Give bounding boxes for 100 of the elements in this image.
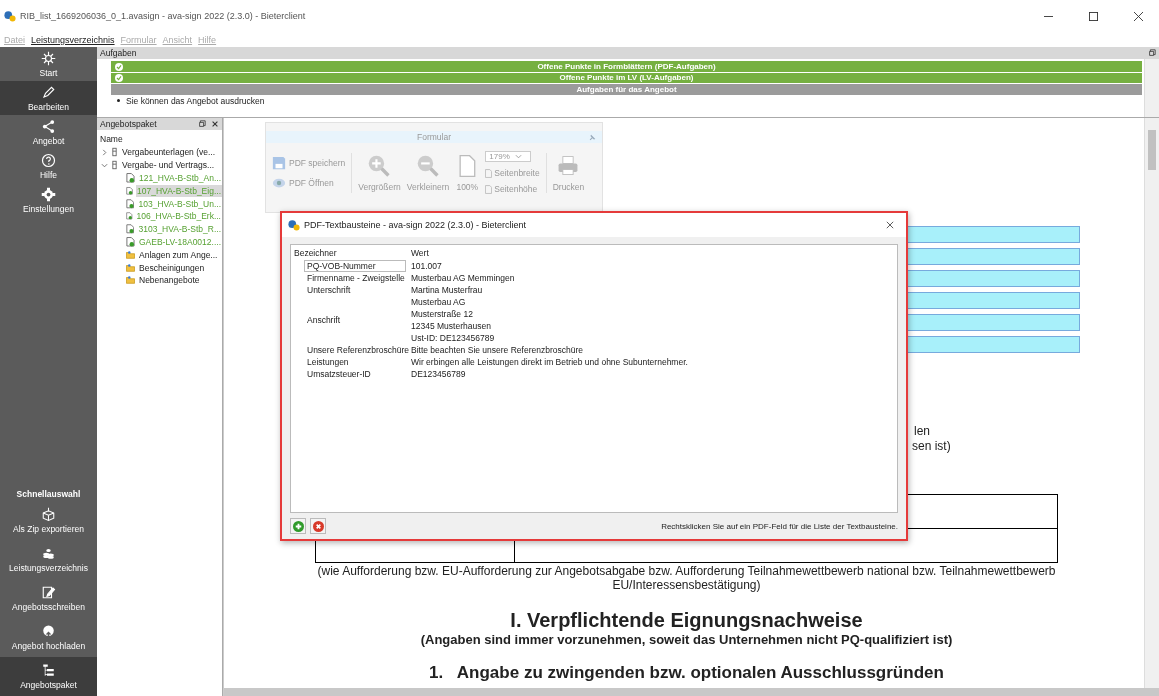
gear-icon (41, 50, 56, 66)
document-check-icon (126, 211, 133, 222)
nav-item[interactable]: Angebot (0, 115, 97, 149)
tree-item[interactable]: 3103_HVA-B-Stb_R... (137, 223, 222, 236)
nav-item[interactable]: Als Zip exportieren (0, 501, 97, 540)
scrollbar[interactable] (1144, 118, 1159, 688)
section-heading: 1. Angabe zu zwingenden bzw. optionalen Ausschlussgründen (428, 663, 945, 683)
save-icon (272, 155, 286, 170)
tree-item[interactable]: Anlagen zum Ange... (138, 248, 219, 261)
nav-item[interactable]: Einstellungen (0, 183, 97, 217)
menu-item[interactable]: Leistungsverzeichnis (31, 34, 115, 45)
plus-icon (292, 520, 304, 532)
help-icon (41, 152, 56, 168)
tree-item[interactable]: Vergabe- und Vertrags... (121, 159, 216, 172)
app-logo-icon (288, 219, 300, 231)
field-value[interactable]: DE123456789 (406, 368, 466, 380)
document-text: sen ist) (912, 439, 951, 454)
hint-text: Rechtsklicken Sie auf ein PDF-Feld für die Liste der Textbausteine. (661, 521, 898, 531)
document-check-icon (126, 224, 135, 235)
column-header[interactable]: Bezeichner (291, 247, 406, 259)
field-value[interactable]: Musterbau AG Memmingen (406, 272, 515, 284)
tree-icon (41, 663, 56, 678)
tree-item[interactable]: GAEB-LV-18A0012.... (137, 235, 222, 248)
tree-item[interactable]: Nebenangebote (138, 274, 201, 287)
nav-item[interactable]: Hilfe (0, 149, 97, 183)
scrollbar[interactable] (1144, 59, 1159, 117)
share-icon (41, 118, 56, 134)
close-icon[interactable] (211, 120, 219, 128)
section-heading: Schnellauswahl (15, 488, 82, 501)
horizontal-scrollbar[interactable] (224, 688, 1159, 696)
document-subheading: (Angaben sind immer vorzunehmen, soweit das Unternehmen nicht PQ-qualifiziert ist) (419, 632, 954, 647)
document-check-icon (126, 198, 135, 209)
folder-icon (126, 249, 135, 260)
field-name[interactable]: PQ-VOB-Nummer (304, 260, 406, 272)
form-field[interactable] (905, 248, 1080, 265)
folder-icon (126, 275, 135, 286)
edit-icon (41, 585, 56, 600)
document-note: (wie Aufforderung bzw. EU-Aufforderung zur Angebotsabgabe bzw. Aufforderung Teilnahmewettbewerb national bzw. Teilnahmewettbewerb EU/Interessensbestätigung) (316, 564, 1057, 592)
coins-icon (41, 546, 56, 561)
field-name[interactable]: Firmenname - Zweigstelle (291, 272, 406, 284)
nav-item[interactable]: Angebotsschreiben (0, 579, 97, 618)
chevron-down-icon[interactable] (101, 161, 108, 169)
nav-item[interactable]: Bearbeiten (0, 81, 97, 115)
panel-title: Aufgaben (100, 48, 137, 58)
nav-item[interactable]: Leistungsverzeichnis (0, 540, 97, 579)
field-value[interactable]: Musterbau AG Musterstraße 12 12345 Musterhausen Ust-ID: DE123456789 (406, 296, 495, 344)
binder-icon (112, 147, 117, 158)
document-check-icon (126, 236, 135, 247)
restore-icon[interactable] (1148, 49, 1156, 57)
cross-icon (312, 520, 324, 532)
column-header[interactable]: Name (97, 134, 222, 146)
maximize-icon[interactable] (1089, 11, 1098, 21)
delete-button[interactable] (310, 518, 326, 534)
folder-icon (126, 262, 135, 273)
check-icon (115, 62, 123, 71)
upload-icon (41, 624, 56, 639)
nav-item[interactable]: Angebotspaket (0, 657, 97, 696)
document-text: len (914, 424, 930, 439)
field-name[interactable]: Leistungen (291, 356, 406, 368)
document-check-icon (126, 173, 135, 183)
form-field[interactable] (905, 292, 1080, 309)
form-field[interactable] (905, 270, 1080, 287)
form-field[interactable] (905, 314, 1080, 331)
form-field[interactable] (905, 226, 1080, 243)
zoom-out-icon (416, 153, 440, 178)
form-field[interactable] (905, 336, 1080, 353)
field-name[interactable]: Unterschrift (291, 284, 406, 296)
field-value[interactable]: Martina Musterfrau (406, 284, 483, 296)
box-icon (41, 507, 56, 522)
add-button[interactable] (290, 518, 306, 534)
close-icon[interactable] (886, 221, 894, 229)
field-value[interactable]: Wir erbingen alle Leistungen direkt im Betrieb und ohne Subunternehmer. (406, 356, 688, 368)
nav-item[interactable]: Start (0, 47, 97, 81)
chevron-right-icon[interactable] (101, 148, 108, 156)
field-value[interactable]: 101.007 (406, 260, 442, 272)
check-icon (115, 74, 123, 82)
tree-item[interactable]: 106_HVA-B-Stb_Erk... (135, 210, 222, 223)
tree-item[interactable]: Bescheinigungen (138, 261, 206, 274)
window-title: RIB_list_1669206036_0_1.avasign - ava-sign 2022 (2.3.0) - Bieterclient (20, 11, 306, 21)
tree-item[interactable]: 121_HVA-B-Stb_An... (137, 172, 222, 184)
task-note: Sie können das Angebot ausdrucken (126, 95, 265, 106)
field-name[interactable]: Umsatzsteuer-ID (291, 368, 406, 380)
document-check-icon (126, 185, 134, 196)
app-logo-icon (4, 10, 16, 22)
document-heading: I. Verpflichtende Eignungsnachweise (509, 608, 864, 632)
field-name[interactable]: Anschrift (291, 314, 406, 326)
tree-item[interactable]: Vergabeunterlagen (ve... (121, 146, 217, 159)
close-icon[interactable] (1134, 11, 1143, 21)
binder-icon (112, 160, 117, 171)
settings-icon (41, 186, 56, 202)
zoom-in-icon (367, 153, 392, 178)
tree-item[interactable]: 103_HVA-B-Stb_Un... (137, 197, 222, 210)
restore-icon[interactable] (198, 120, 206, 128)
pencil-icon (41, 84, 56, 100)
pin-icon[interactable] (589, 133, 596, 141)
column-header[interactable]: Wert (406, 247, 429, 259)
nav-item[interactable]: Angebot hochladen (0, 618, 97, 657)
chevron-down-icon (514, 153, 522, 160)
dialog-title: PDF-Textbausteine - ava-sign 2022 (2.3.0) - Bieterclient (304, 220, 527, 230)
panel-title: Angebotspaket (100, 119, 157, 129)
